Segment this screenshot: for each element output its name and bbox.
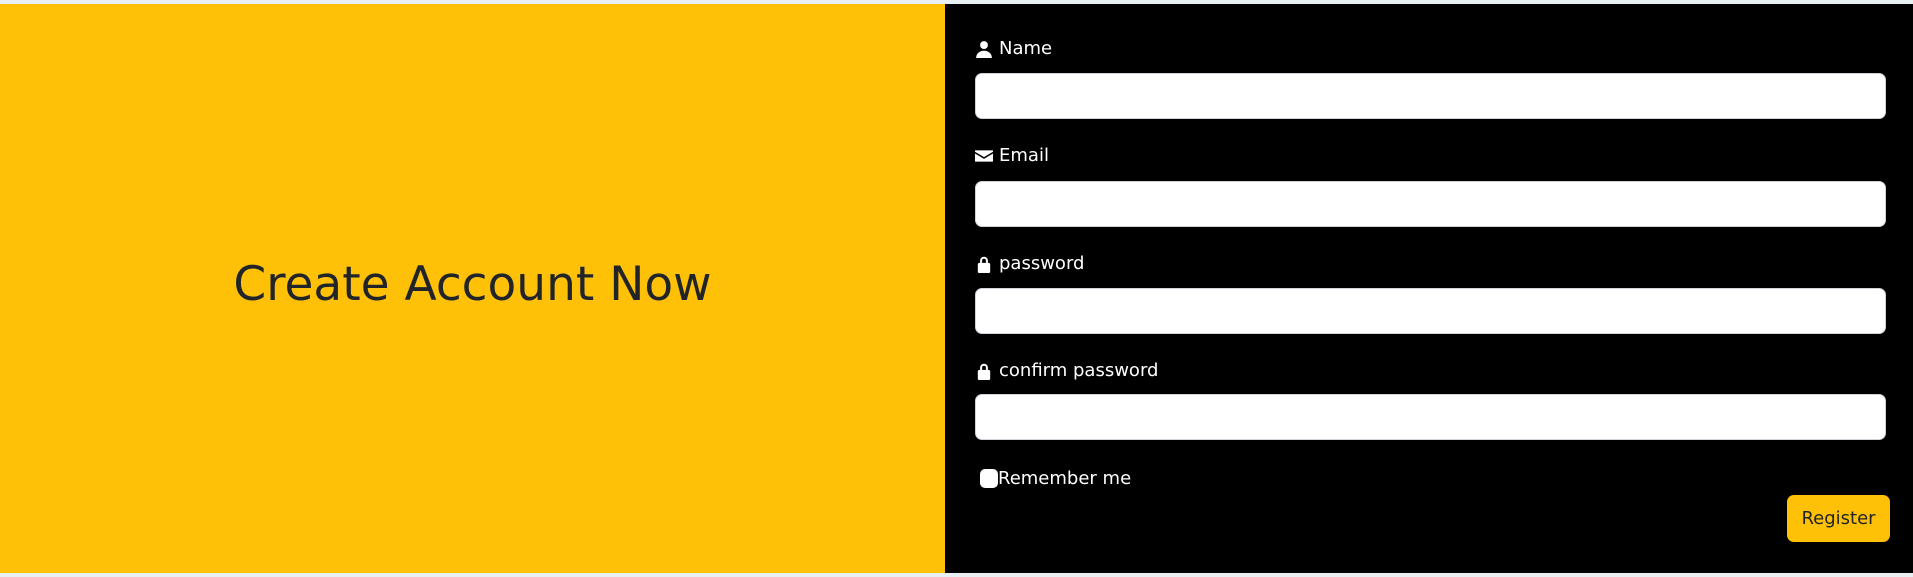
confirm-password-input[interactable] [975,394,1886,440]
confirm-password-label: confirm password [975,360,1158,381]
email-label: Email [975,145,1049,166]
envelope-icon [975,149,993,162]
hero-title: Create Account Now [233,257,712,312]
password-input[interactable] [975,288,1886,334]
name-label: Name [975,38,1052,59]
lock-icon [977,256,991,273]
remember-me-label: Remember me [998,468,1132,489]
email-input[interactable] [975,181,1886,227]
register-form: Name Email password confirm password Rem… [945,4,1913,573]
lock-icon [977,363,991,380]
checkbox-box[interactable] [980,469,998,488]
password-label: password [975,253,1084,274]
name-input[interactable] [975,73,1886,119]
user-icon [976,40,992,58]
remember-me-checkbox[interactable]: Remember me [980,468,1131,489]
register-button[interactable]: Register [1787,495,1890,542]
hero-panel: Create Account Now [0,4,945,573]
